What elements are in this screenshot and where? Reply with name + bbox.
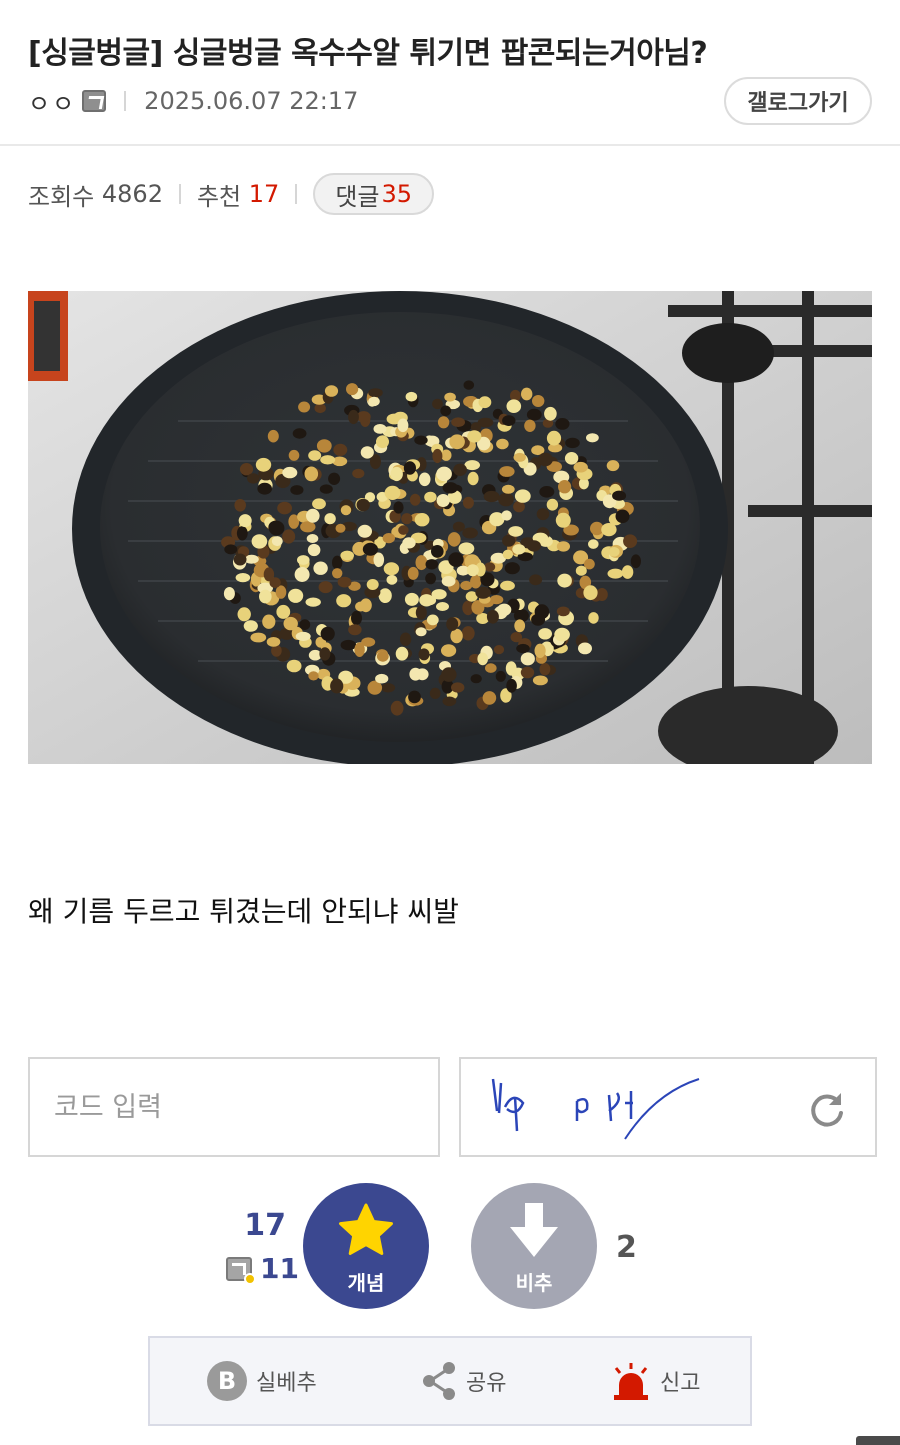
refresh-icon[interactable] <box>807 1089 847 1129</box>
share-icon <box>423 1362 455 1400</box>
post-title: [싱글벙글] 싱글벙글 옥수수알 튀기면 팝콘되는거아님? <box>28 36 708 71</box>
comment-button[interactable]: 댓글 35 <box>313 173 435 215</box>
best-recommend-label: 실베추 <box>256 1371 317 1396</box>
share-button[interactable]: 공유 <box>420 1338 506 1424</box>
best-b-icon: B <box>207 1361 247 1401</box>
recommend-count: 17 <box>248 180 280 208</box>
fixed-upvote-count: 11 <box>260 1252 299 1285</box>
best-recommend-button[interactable]: B 실베추 <box>206 1338 317 1424</box>
captcha-box <box>459 1057 877 1157</box>
post-date: 2025.06.07 22:17 <box>144 87 359 115</box>
downvote-count: 2 <box>616 1230 637 1265</box>
scroll-indicator <box>856 1436 900 1445</box>
divider <box>124 91 127 111</box>
fixed-user-icon <box>82 90 107 112</box>
comment-label: 댓글 <box>335 182 380 211</box>
captcha-image <box>491 1078 700 1140</box>
arrow-down-icon <box>510 1203 558 1257</box>
divider <box>178 184 181 204</box>
siren-icon <box>614 1363 648 1400</box>
upvote-button[interactable]: 개념 <box>303 1183 429 1309</box>
fixed-user-icon <box>226 1256 256 1285</box>
downvote-label: 비추 <box>515 1271 553 1295</box>
post-body: 왜 기름 두르고 튀겼는데 안되냐 씨발 <box>28 895 459 928</box>
gallog-button[interactable]: 갤로그가기 <box>724 77 872 125</box>
views-label: 조회수 <box>28 182 95 211</box>
divider <box>295 184 298 204</box>
upvote-label: 개념 <box>347 1271 385 1295</box>
post-meta: ㅇㅇ 2025.06.07 22:17 <box>28 84 358 118</box>
captcha-code-input[interactable] <box>28 1057 440 1157</box>
post-image[interactable] <box>28 291 872 764</box>
views-count: 4862 <box>101 180 163 208</box>
star-icon <box>339 1203 393 1255</box>
post-stats: 조회수 4862 추천 17 댓글 35 <box>28 172 435 216</box>
share-label: 공유 <box>466 1371 507 1396</box>
author-nickname[interactable]: ㅇㅇ <box>28 84 76 119</box>
downvote-button[interactable]: 비추 <box>471 1183 597 1309</box>
fixed-upvote-row: 11 <box>226 1252 299 1285</box>
post-header: [싱글벙글] 싱글벙글 옥수수알 튀기면 팝콘되는거아님? ㅇㅇ 2025.06… <box>0 0 900 146</box>
report-button[interactable]: 신고 <box>610 1338 700 1424</box>
upvote-count: 17 <box>244 1208 286 1243</box>
comment-count: 35 <box>381 180 413 208</box>
vote-area: 17 11 개념 비추 2 <box>0 1180 900 1315</box>
action-bar: B 실베추 공유 신고 <box>148 1336 752 1426</box>
report-label: 신고 <box>660 1371 701 1396</box>
svg-text:B: B <box>218 1367 236 1395</box>
recommend-label: 추천 <box>196 182 242 211</box>
frying-pan-photo <box>28 291 872 764</box>
